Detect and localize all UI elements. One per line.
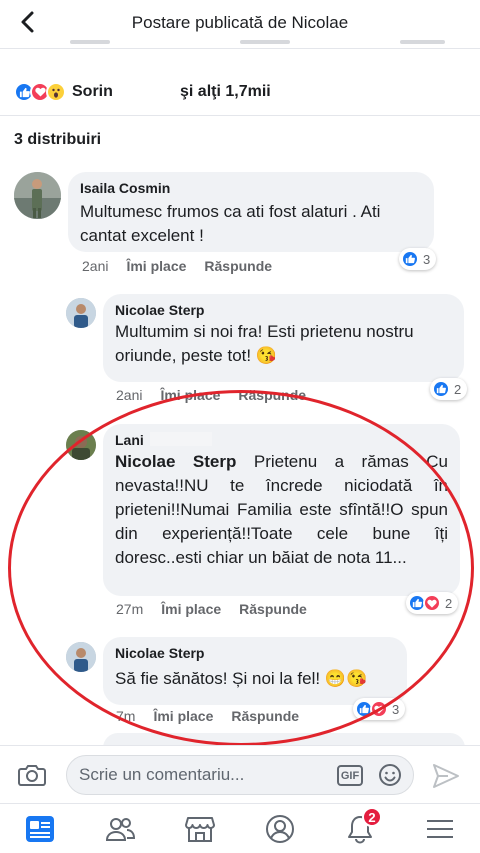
reactors-others[interactable]: şi alţi 1,7mii: [180, 83, 271, 101]
like-reaction-icon: [401, 250, 419, 268]
reply-button[interactable]: Răspunde: [231, 708, 299, 724]
comment-text: Să fie sănătos! Și noi la fel! 😁😘: [115, 669, 368, 688]
comment-input-box[interactable]: GIF: [66, 755, 414, 795]
love-reaction-icon: [423, 594, 441, 612]
comment-author[interactable]: Nicolae Sterp: [115, 645, 395, 661]
gif-button[interactable]: GIF: [337, 765, 363, 786]
reply-button[interactable]: Răspunde: [204, 258, 272, 274]
avatar[interactable]: [66, 298, 96, 328]
comment-time: 2ani: [82, 258, 109, 274]
comment-time: 27m: [116, 601, 144, 617]
comment-reactions[interactable]: 3: [353, 698, 406, 720]
comment-author[interactable]: Isaila Cosmin: [80, 180, 422, 196]
like-button[interactable]: Îmi place: [153, 708, 213, 724]
reaction-count: 2: [445, 595, 453, 611]
reply-button[interactable]: Răspunde: [239, 601, 307, 617]
tab-profile[interactable]: [264, 813, 296, 845]
reactions-summary[interactable]: Sorin: [14, 80, 113, 104]
comment-bubble[interactable]: Nicolae Sterp Multumim si noi fra! Esti …: [103, 294, 464, 382]
like-button[interactable]: Îmi place: [126, 258, 186, 274]
reaction-count: 2: [454, 381, 462, 397]
like-button[interactable]: Îmi place: [161, 601, 221, 617]
avatar[interactable]: [14, 172, 61, 219]
reply-button[interactable]: Răspunde: [238, 387, 306, 403]
avatar[interactable]: [66, 430, 96, 460]
page-title: Postare publicată de Nicolae: [131, 13, 349, 32]
comment-text: Nicolae Sterp Prietenu a rămas Cu nevast…: [115, 450, 448, 570]
shares-count[interactable]: 3 distribuiri: [14, 131, 101, 149]
comment-input[interactable]: [79, 756, 339, 794]
tab-friends[interactable]: [104, 813, 136, 845]
reaction-count: 3: [423, 251, 431, 267]
tab-marketplace[interactable]: [184, 813, 216, 845]
like-reaction-icon: [432, 380, 450, 398]
friends-icon: [105, 818, 135, 841]
reaction-count: 3: [392, 701, 400, 717]
comment-composer: GIF: [0, 745, 480, 803]
tab-news-feed[interactable]: [24, 813, 56, 845]
notifications-badge: 2: [362, 807, 382, 827]
avatar[interactable]: [66, 642, 96, 672]
comment-actions: 2ani Îmi place Răspunde: [116, 387, 306, 403]
comment-time: 7m: [116, 708, 136, 724]
profile-icon: [266, 815, 294, 843]
marketplace-icon: [185, 817, 215, 842]
comment-reactions[interactable]: 3: [399, 248, 437, 270]
comment-text: Multumesc frumos ca ati fost alaturi . A…: [80, 202, 381, 245]
send-icon[interactable]: [432, 763, 460, 789]
bottom-tab-bar: 2: [0, 803, 480, 853]
comment-text: Multumim si noi fra! Esti prietenu nostr…: [115, 322, 414, 365]
reactor-name[interactable]: Sorin: [72, 83, 113, 101]
love-reaction-icon: [370, 700, 388, 718]
scrolled-action-row: [0, 36, 480, 48]
redaction: [150, 432, 212, 446]
comment-author[interactable]: Nicolae Sterp: [115, 302, 452, 318]
camera-icon[interactable]: [18, 763, 46, 787]
emoji-icon[interactable]: [378, 763, 402, 787]
comment-reactions[interactable]: 2: [406, 592, 459, 614]
tab-notifications[interactable]: 2: [344, 807, 382, 845]
comment-bubble[interactable]: Lani Nicolae Sterp Prietenu a rămas Cu n…: [103, 424, 460, 596]
wow-reaction-icon: [46, 82, 66, 102]
tab-menu[interactable]: [424, 813, 456, 845]
comment-time: 2ani: [116, 387, 143, 403]
comment-bubble[interactable]: Nicolae Sterp Să fie sănătos! Și noi la …: [103, 637, 407, 705]
menu-icon: [427, 820, 453, 838]
like-button[interactable]: Îmi place: [160, 387, 220, 403]
comment-actions: 7m Îmi place Răspunde: [116, 708, 299, 724]
news-feed-icon: [26, 816, 54, 842]
comment-bubble[interactable]: Isaila Cosmin Multumesc frumos ca ati fo…: [68, 172, 434, 252]
divider: [0, 115, 480, 116]
comment-reactions[interactable]: 2: [430, 378, 468, 400]
comment-actions: 2ani Îmi place Răspunde: [82, 258, 272, 274]
comment-actions: 27m Îmi place Răspunde: [116, 601, 307, 617]
divider: [0, 48, 480, 49]
mentioned-user[interactable]: Nicolae Sterp: [115, 452, 236, 471]
